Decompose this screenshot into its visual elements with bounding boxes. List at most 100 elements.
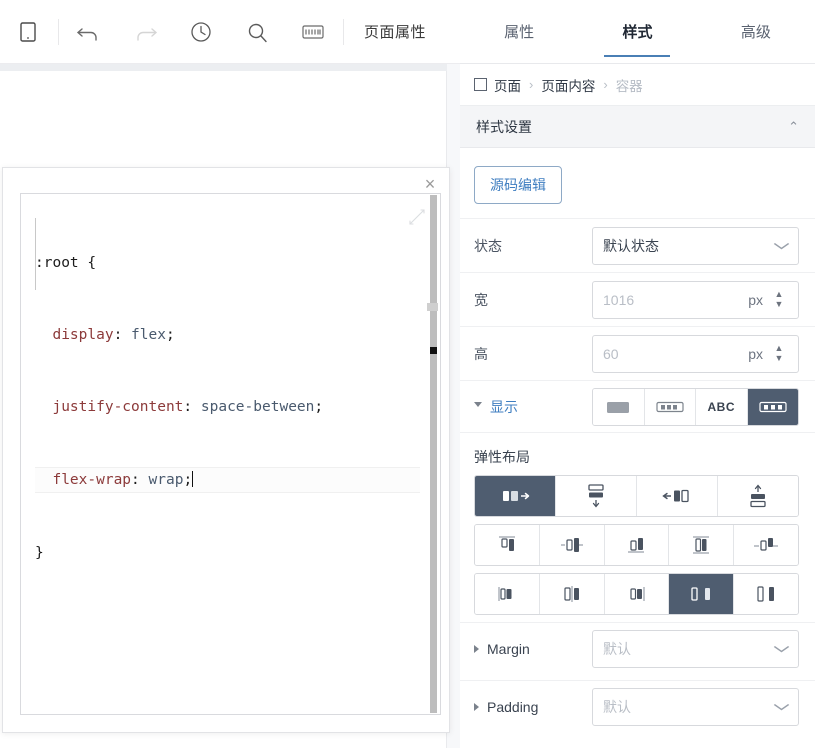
display-inline-option[interactable]: ABC	[695, 388, 747, 425]
stepper-down-icon-2[interactable]: ▼	[775, 354, 784, 363]
justify-content-flex-end-option[interactable]	[603, 574, 669, 614]
flex-direction-row-option[interactable]	[475, 476, 555, 516]
width-label: 宽	[474, 291, 488, 308]
align-items-center-option[interactable]	[538, 525, 604, 565]
chevron-down-icon	[773, 238, 790, 253]
redo-icon[interactable]	[117, 0, 173, 64]
width-unit: px	[748, 291, 763, 308]
toolbar-divider-2	[343, 18, 344, 45]
tab-styles[interactable]: 样式	[578, 0, 696, 63]
breadcrumb-item-container[interactable]: 容器	[616, 75, 643, 95]
code-editor-box[interactable]: :root { display: flex; justify-content: …	[20, 193, 441, 715]
top-toolbar: 页面属性	[0, 0, 460, 64]
align-items-flex-start-option[interactable]	[475, 525, 539, 565]
tab-properties[interactable]: 属性	[460, 0, 578, 63]
code-content[interactable]: :root { display: flex; justify-content: …	[35, 203, 420, 613]
width-input[interactable]: 1016 px ▲ ▼	[592, 280, 799, 319]
breadcrumb-item-page-content[interactable]: 页面内容	[541, 75, 595, 95]
align-items-flex-end-option[interactable]	[603, 525, 669, 565]
editor-scrollbar[interactable]	[427, 195, 438, 713]
chevron-down-icon-padding	[773, 699, 790, 714]
display-block-option[interactable]	[593, 388, 644, 425]
style-settings-title: 样式设置	[476, 118, 532, 135]
padding-select[interactable]: 默认	[592, 687, 799, 726]
code-line-3: justify-content: space-between;	[52, 399, 324, 415]
state-label: 状态	[474, 237, 502, 254]
height-placeholder: 60	[603, 345, 619, 362]
keyboard-shortcuts-icon[interactable]	[285, 0, 341, 64]
align-items-stretch-option[interactable]	[668, 525, 734, 565]
padding-row: Padding 默认	[460, 680, 815, 732]
scrollbar-thumb-upper[interactable]	[427, 303, 438, 311]
stepper-down-icon[interactable]: ▼	[775, 300, 784, 309]
justify-content-center-option[interactable]	[538, 574, 604, 614]
display-label: 显示	[490, 398, 518, 415]
history-icon[interactable]	[173, 0, 229, 64]
editor-canvas-area: 页面属性 × :root { display: flex; justify-co…	[0, 0, 460, 748]
scrollbar-track[interactable]	[430, 195, 437, 713]
state-select[interactable]: 默认状态	[592, 226, 799, 265]
breadcrumb: 页面 › 页面内容 › 容器	[460, 64, 815, 106]
triangle-down-icon	[474, 402, 482, 411]
style-inspector-panel: 属性 样式 高级 页面 › 页面内容 › 容器 样式设置 ⌃ 源码编辑 状态 默…	[460, 0, 815, 748]
code-line-5: }	[35, 545, 44, 561]
toolbar-divider	[58, 18, 59, 45]
display-row: 显示 ABC	[460, 380, 815, 432]
margin-label-wrap[interactable]: Margin	[474, 641, 592, 657]
justify-content-space-between-option[interactable]	[668, 574, 734, 614]
scrollbar-thumb[interactable]	[430, 347, 437, 354]
element-square-icon	[474, 78, 487, 91]
source-edit-button[interactable]: 源码编辑	[474, 166, 562, 204]
width-stepper[interactable]: ▲ ▼	[770, 290, 788, 309]
height-input[interactable]: 60 px ▲ ▼	[592, 334, 799, 373]
canvas-ruler-band	[0, 64, 447, 71]
style-settings-header[interactable]: 样式设置 ⌃	[460, 106, 815, 148]
padding-label: Padding	[487, 698, 539, 715]
app-root: 页面属性 × :root { display: flex; justify-co…	[0, 0, 815, 748]
resize-grip-icon[interactable]	[408, 208, 426, 226]
inspector-tabs: 属性 样式 高级	[460, 0, 815, 64]
margin-placeholder: 默认	[603, 640, 631, 657]
margin-select[interactable]: 默认	[592, 629, 799, 668]
flex-layout-title: 弹性布局	[460, 432, 815, 475]
display-label-wrap[interactable]: 显示	[474, 397, 592, 417]
justify-content-space-around-option[interactable]	[733, 574, 798, 614]
align-items-group	[474, 524, 799, 566]
breadcrumb-item-page[interactable]: 页面	[494, 75, 521, 95]
code-line-1: :root {	[35, 255, 97, 271]
css-source-editor-dialog: × :root { display: flex; justify-content…	[2, 167, 450, 733]
width-placeholder: 1016	[603, 291, 635, 308]
justify-content-group	[474, 573, 799, 615]
height-stepper[interactable]: ▲ ▼	[770, 344, 788, 363]
display-flex-option[interactable]	[746, 388, 798, 425]
code-line-4-active: flex-wrap: wrap;	[35, 467, 420, 493]
page-properties-button[interactable]: 页面属性	[346, 0, 444, 64]
undo-icon[interactable]	[61, 0, 117, 64]
padding-placeholder: 默认	[603, 698, 631, 715]
height-label: 高	[474, 345, 488, 362]
display-inline-block-option[interactable]	[643, 388, 695, 425]
justify-content-flex-start-option[interactable]	[475, 574, 539, 614]
flex-direction-row-reverse-option[interactable]	[636, 476, 717, 516]
stepper-up-icon[interactable]: ▲	[775, 290, 784, 299]
chevron-right-icon-2: ›	[603, 77, 608, 92]
code-line-2: display: flex;	[52, 327, 175, 343]
tab-advanced[interactable]: 高级	[697, 0, 815, 63]
flex-direction-column-option[interactable]	[555, 476, 636, 516]
flex-direction-column-reverse-option[interactable]	[717, 476, 798, 516]
close-icon[interactable]: ×	[419, 173, 441, 195]
display-options: ABC	[592, 387, 799, 426]
triangle-right-icon-2	[474, 702, 479, 711]
margin-row: Margin 默认	[460, 622, 815, 674]
chevron-up-icon[interactable]: ⌃	[788, 119, 799, 135]
device-preview-icon[interactable]	[0, 0, 56, 64]
stepper-up-icon-2[interactable]: ▲	[775, 344, 784, 353]
text-caret	[192, 471, 194, 487]
state-row: 状态 默认状态	[460, 218, 815, 272]
height-row: 高 60 px ▲ ▼	[460, 326, 815, 380]
padding-label-wrap[interactable]: Padding	[474, 699, 592, 715]
align-items-baseline-option[interactable]	[733, 525, 798, 565]
search-icon[interactable]	[229, 0, 285, 64]
margin-label: Margin	[487, 640, 530, 657]
chevron-down-icon-margin	[773, 641, 790, 656]
